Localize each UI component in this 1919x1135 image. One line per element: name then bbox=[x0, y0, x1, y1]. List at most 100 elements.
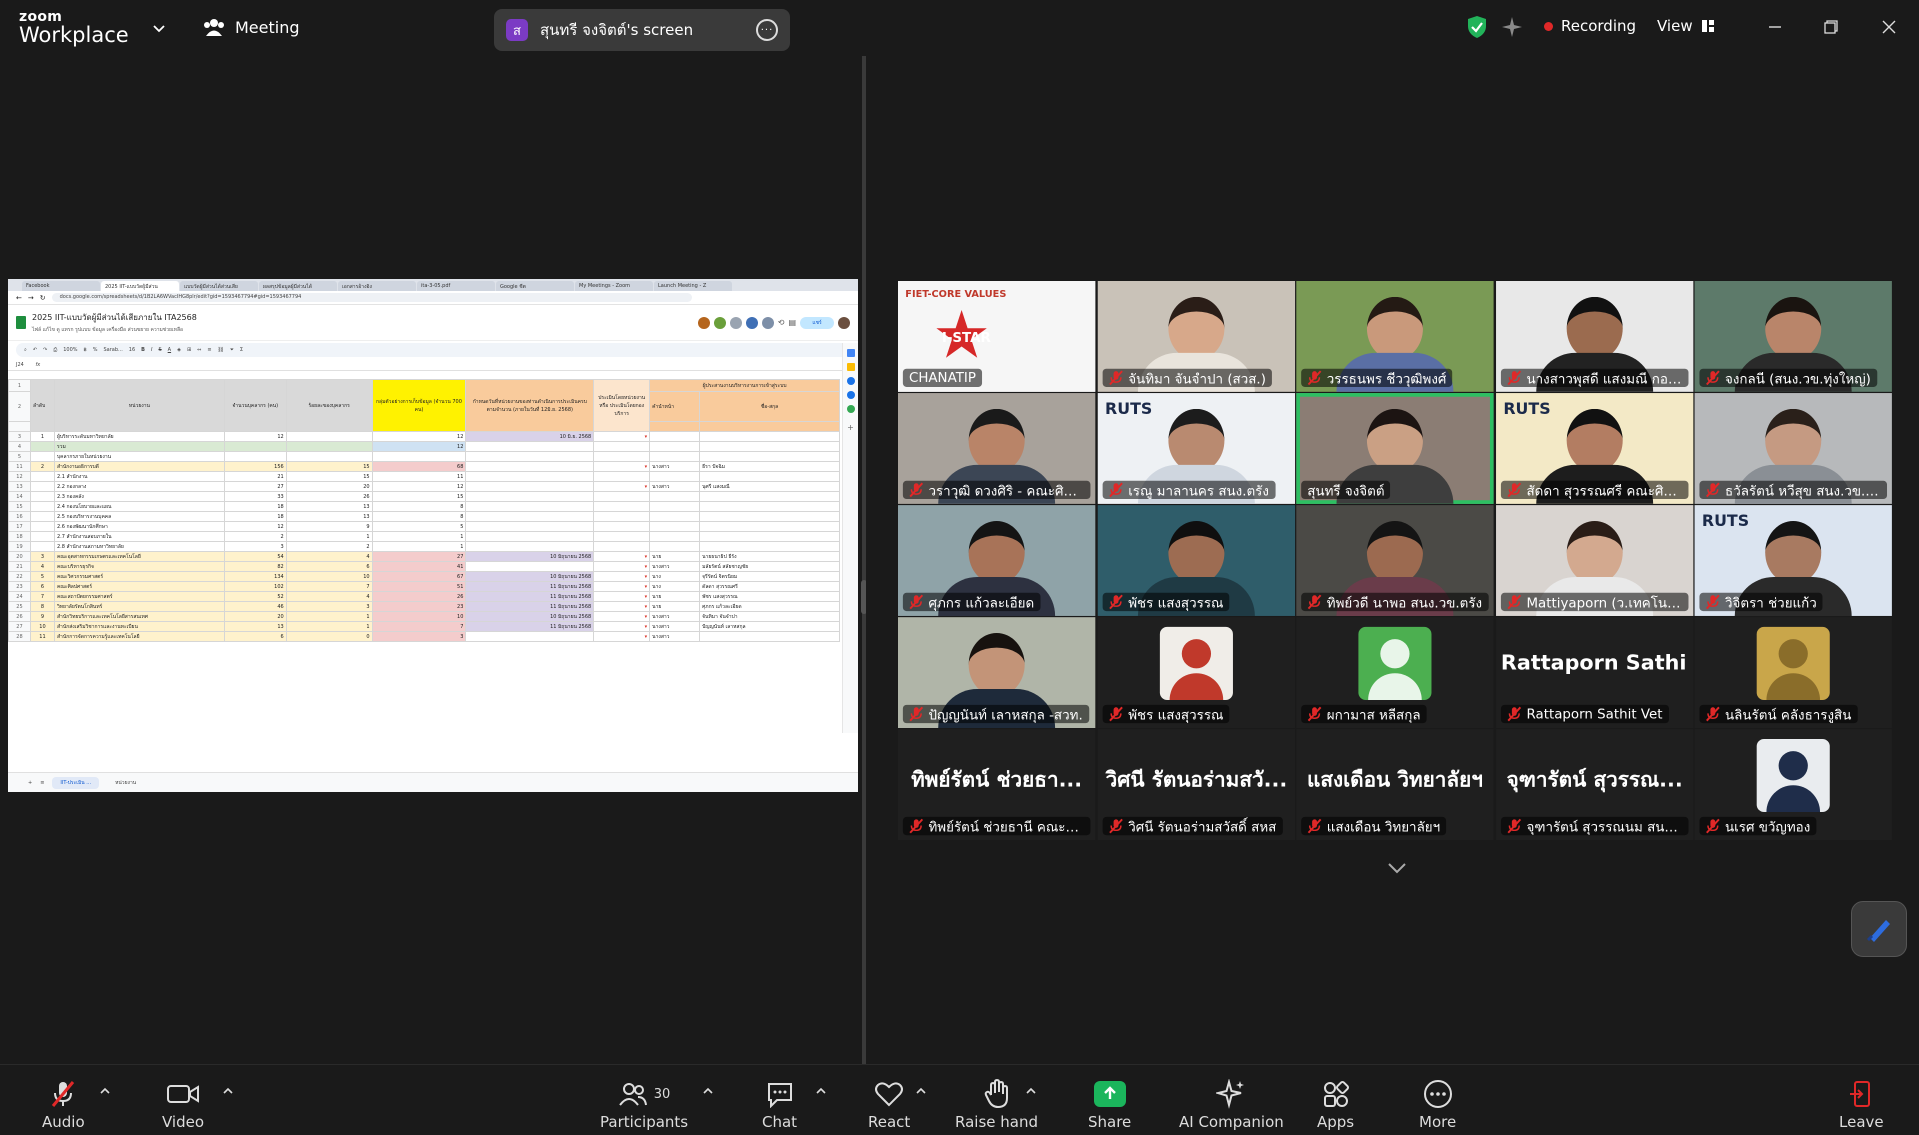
table-cell[interactable]: คณะบริหารธุรกิจ bbox=[53, 561, 225, 572]
currency-icon[interactable]: ฿ bbox=[84, 347, 87, 353]
table-cell[interactable]: 20 bbox=[223, 611, 287, 622]
row-number[interactable]: 19 bbox=[8, 541, 31, 552]
table-cell[interactable]: 11 มิถุนายน 2568 bbox=[465, 621, 595, 632]
doc-menu[interactable]: ไฟล์ แก้ไข ดู แทรก รูปแบบ ข้อมูล เครื่อง… bbox=[32, 326, 197, 334]
table-cell[interactable]: 52 bbox=[223, 591, 287, 602]
more-button[interactable]: More bbox=[1419, 1079, 1456, 1135]
table-cell[interactable]: 3 bbox=[29, 551, 55, 562]
sheet-share-button[interactable]: แชร์ bbox=[800, 316, 834, 329]
participant-video-tile[interactable]: ศุภกร แก้วละเอียด bbox=[898, 505, 1096, 616]
table-cell[interactable] bbox=[699, 431, 840, 442]
table-cell[interactable]: ศุภกร แก้วละเอียด bbox=[699, 601, 840, 612]
table-cell[interactable]: 2 bbox=[29, 461, 55, 472]
browser-tab[interactable]: แบบวัดผู้มีส่วนได้ส่วนเสีย bbox=[180, 281, 258, 291]
table-cell[interactable] bbox=[223, 441, 287, 452]
leave-button[interactable]: Leave bbox=[1839, 1079, 1884, 1135]
back-icon[interactable]: ← bbox=[16, 294, 22, 302]
table-cell[interactable] bbox=[29, 481, 55, 492]
table-cell[interactable] bbox=[649, 511, 701, 522]
row-number[interactable]: 3 bbox=[8, 431, 31, 442]
browser-tab[interactable]: เอกสารอ้างอิง bbox=[338, 281, 416, 291]
table-cell[interactable]: 5 bbox=[371, 521, 467, 532]
table-cell[interactable]: 0 bbox=[285, 631, 373, 642]
table-cell[interactable]: 12 bbox=[223, 521, 287, 532]
font-select[interactable]: Sarab... bbox=[103, 347, 122, 353]
participant-video-tile[interactable]: ทิพย์รัตน์ ช่วยธา... ทิพย์รัตน์ ช่วยธานี … bbox=[898, 729, 1096, 841]
minimize-button[interactable] bbox=[1762, 14, 1788, 40]
table-cell[interactable] bbox=[465, 631, 595, 642]
table-row[interactable]: 23 6 คณะศิลปศาสตร์ 102 7 51 11 มิถุนายน 2568 ▾ น… bbox=[8, 581, 840, 592]
table-cell[interactable] bbox=[285, 451, 373, 462]
table-row[interactable]: 12 2.1 สำนักงาน 21 15 11 bbox=[8, 471, 840, 482]
sheet-tab[interactable]: IIT-ประเมิน ... bbox=[52, 776, 100, 789]
table-cell[interactable] bbox=[29, 511, 55, 522]
table-cell[interactable] bbox=[649, 541, 701, 552]
table-cell[interactable] bbox=[699, 531, 840, 542]
ai-sparkle-icon[interactable] bbox=[1500, 15, 1524, 39]
table-cell[interactable] bbox=[223, 451, 287, 462]
row-number[interactable]: 18 bbox=[8, 531, 31, 542]
table-cell[interactable]: 46 bbox=[223, 601, 287, 612]
table-cell[interactable]: 10 bbox=[29, 621, 55, 632]
participant-video-tile[interactable]: ผกามาส หลีสกุล bbox=[1296, 617, 1494, 729]
collaborator-avatar[interactable] bbox=[713, 316, 726, 329]
dropdown-arrow-icon[interactable]: ▾ bbox=[645, 594, 648, 600]
table-cell[interactable] bbox=[649, 451, 701, 462]
table-cell[interactable]: 2.1 สำนักงาน bbox=[53, 471, 225, 482]
table-cell[interactable]: 7 bbox=[371, 621, 467, 632]
row-number[interactable]: 4 bbox=[8, 441, 31, 452]
table-cell[interactable]: 13 bbox=[285, 501, 373, 512]
fill-color-icon[interactable]: ◈ bbox=[177, 347, 181, 353]
table-cell[interactable]: 1 bbox=[371, 531, 467, 542]
table-cell[interactable] bbox=[649, 531, 701, 542]
react-caret-icon[interactable] bbox=[915, 1085, 927, 1097]
row-number[interactable]: 23 bbox=[8, 581, 31, 592]
table-cell[interactable] bbox=[29, 471, 55, 482]
table-cell[interactable]: 2.7 สำนักงานสอบภายใน bbox=[53, 531, 225, 542]
browser-tab[interactable]: My Meetings - Zoom bbox=[575, 281, 653, 291]
table-cell[interactable]: 18 bbox=[223, 511, 287, 522]
audio-options-caret-icon[interactable] bbox=[99, 1085, 111, 1097]
table-cell[interactable] bbox=[593, 451, 651, 462]
forward-icon[interactable]: → bbox=[28, 294, 34, 302]
table-cell[interactable] bbox=[649, 491, 701, 502]
table-cell[interactable]: นาย bbox=[649, 551, 701, 562]
browser-tab[interactable]: ผลสรุปข้อมูลผู้มีส่วนได้ bbox=[259, 281, 337, 291]
table-cell[interactable]: รวม bbox=[53, 441, 225, 452]
participant-video-tile[interactable]: จันทิมา จันจำปา (สวส.) bbox=[1097, 281, 1296, 392]
table-cell[interactable] bbox=[29, 521, 55, 532]
gallery-next-page-button[interactable] bbox=[1352, 848, 1442, 888]
table-cell[interactable]: นางสาว bbox=[649, 621, 701, 632]
row-number[interactable]: 14 bbox=[8, 491, 31, 502]
borders-icon[interactable]: ⊞ bbox=[187, 347, 191, 353]
header-cell[interactable]: กำหนดวันที่หน่วยงานของท่านดำเนินการประเม… bbox=[465, 379, 595, 432]
table-cell[interactable]: 27 bbox=[371, 551, 467, 562]
table-cell[interactable]: 27 bbox=[223, 481, 287, 492]
row-number[interactable]: 25 bbox=[8, 601, 31, 612]
row-number[interactable]: 26 bbox=[8, 611, 31, 622]
table-cell[interactable]: ดัลดา สุวรรณศรี bbox=[699, 581, 840, 592]
table-cell[interactable] bbox=[699, 511, 840, 522]
table-cell[interactable]: 10 มิถุนายน 2568 bbox=[465, 611, 595, 622]
table-cell[interactable]: 6 bbox=[223, 631, 287, 642]
table-row[interactable]: 5 บุคลากรภายในหน่วยงาน bbox=[8, 451, 840, 462]
recording-indicator[interactable]: Recording bbox=[1544, 17, 1636, 35]
table-cell[interactable]: 11 bbox=[371, 471, 467, 482]
header-cell[interactable]: คำนำหน้า bbox=[649, 391, 701, 422]
add-on-icon[interactable]: + bbox=[843, 423, 858, 432]
table-cell[interactable]: ▾ bbox=[593, 481, 651, 492]
table-cell[interactable]: 11 มิถุนายน 2568 bbox=[465, 601, 595, 612]
restore-button[interactable] bbox=[1818, 14, 1844, 40]
table-cell[interactable] bbox=[593, 441, 651, 452]
table-cell[interactable]: 1 bbox=[285, 611, 373, 622]
table-cell[interactable] bbox=[699, 541, 840, 552]
participant-video-tile[interactable]: ปัญญนันท์ เลาหสกุล -สวท. bbox=[898, 617, 1096, 729]
table-cell[interactable]: คณะสถาปัตยกรรมศาสตร์ bbox=[53, 591, 225, 602]
table-cell[interactable] bbox=[465, 561, 595, 572]
table-row[interactable]: 25 8 วิทยาลัยรัตนโกสินทร์ 46 3 23 11 มิถุนายน … bbox=[8, 601, 840, 612]
table-cell[interactable]: 23 bbox=[371, 601, 467, 612]
participant-video-tile[interactable]: วรรธนพร ชีววุฒิพงศ์ bbox=[1296, 281, 1494, 392]
table-cell[interactable]: 6 bbox=[29, 581, 55, 592]
table-cell[interactable]: 11 มิถุนายน 2568 bbox=[465, 581, 595, 592]
address-bar[interactable]: docs.google.com/spreadsheets/d/1B2LA6WVa… bbox=[51, 293, 692, 302]
